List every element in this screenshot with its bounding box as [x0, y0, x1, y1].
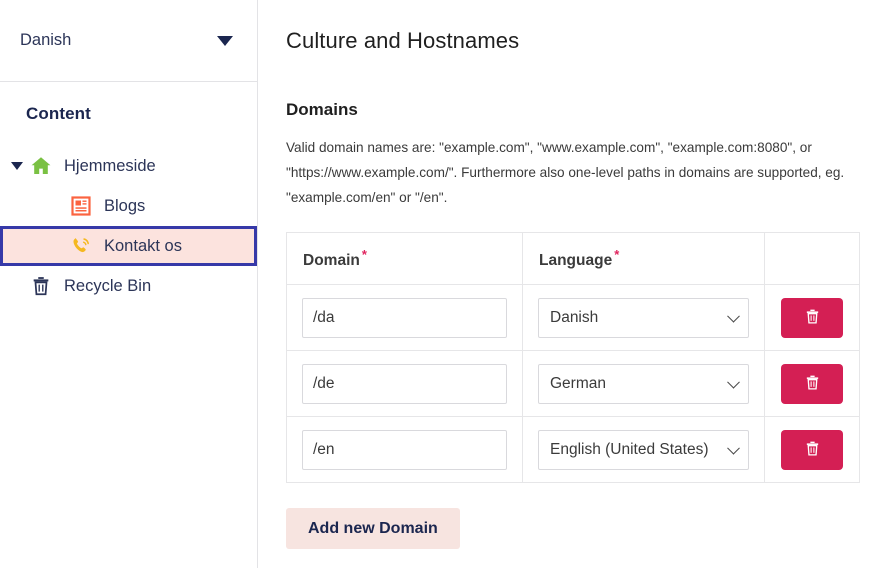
content-tree-title: Content: [26, 104, 91, 123]
domains-helptext: Valid domain names are: "example.com", "…: [286, 140, 845, 205]
article-icon: [68, 193, 94, 219]
sidebar-item-label: Hjemmeside: [64, 156, 156, 175]
table-row: German: [286, 350, 860, 417]
home-icon: [28, 153, 54, 179]
required-marker: *: [614, 246, 620, 262]
app-root: Danish Content Hjemmeside Blogs Kontakt …: [0, 0, 888, 568]
column-header-domain: Domain *: [286, 232, 523, 285]
sidebar-item-label: Kontakt os: [104, 236, 182, 255]
language-switcher[interactable]: Danish: [0, 0, 257, 82]
required-marker: *: [361, 246, 367, 262]
chevron-down-icon[interactable]: [727, 441, 740, 455]
language-select-value: English (United States): [550, 440, 709, 458]
add-new-domain-button[interactable]: Add new Domain: [286, 508, 460, 549]
language-select[interactable]: German: [538, 363, 749, 404]
content-tree: Hjemmeside Blogs Kontakt os Recycle Bin: [0, 146, 257, 306]
sidebar: Danish Content Hjemmeside Blogs Kontakt …: [0, 0, 258, 568]
trash-icon: [804, 440, 821, 460]
sidebar-item-kontakt-os[interactable]: Kontakt os: [0, 226, 257, 266]
language-select[interactable]: English (United States): [538, 429, 749, 470]
cell-actions: [764, 284, 860, 351]
language-switcher-value: Danish: [20, 31, 72, 49]
content-tree-panel: Content Hjemmeside Blogs Kontakt os Recy…: [0, 82, 257, 306]
cell-language: German: [522, 350, 765, 417]
table-row: English (United States): [286, 416, 860, 483]
delete-domain-button[interactable]: [781, 363, 843, 404]
trash-icon: [804, 374, 821, 394]
trash-icon: [28, 273, 54, 299]
sidebar-item-blogs[interactable]: Blogs: [0, 186, 257, 226]
main-panel: Culture and Hostnames Domains Valid doma…: [258, 0, 888, 568]
column-header-language: Language *: [522, 232, 765, 285]
column-header-actions: [764, 232, 860, 285]
section-title: Domains: [286, 100, 358, 119]
domains-table: Domain * Language * /da Danish /de Germa…: [286, 232, 860, 483]
language-select-value: Danish: [550, 308, 599, 326]
domain-input[interactable]: [302, 363, 507, 404]
delete-domain-button[interactable]: [781, 429, 843, 470]
phone-icon: [68, 233, 94, 259]
cell-language: English (United States): [522, 416, 765, 483]
language-select[interactable]: Danish: [538, 297, 749, 338]
cell-domain: [286, 350, 523, 417]
page-title: Culture and Hostnames: [286, 28, 520, 53]
delete-domain-button[interactable]: [781, 297, 843, 338]
domain-input[interactable]: [302, 429, 507, 470]
language-select-value: German: [550, 374, 606, 392]
cell-actions: [764, 416, 860, 483]
chevron-down-icon[interactable]: [727, 309, 740, 323]
expand-triangle-icon[interactable]: [8, 162, 26, 170]
cell-domain: [286, 284, 523, 351]
domain-input[interactable]: [302, 297, 507, 338]
column-header-domain-label: Domain: [303, 252, 360, 270]
sidebar-item-hjemmeside[interactable]: Hjemmeside: [0, 146, 257, 186]
sidebar-item-label: Recycle Bin: [64, 276, 152, 295]
table-row: Danish: [286, 284, 860, 351]
column-header-language-label: Language: [539, 252, 613, 270]
trash-icon: [804, 308, 821, 328]
chevron-down-icon[interactable]: [727, 375, 740, 389]
sidebar-item-recycle-bin[interactable]: Recycle Bin: [0, 266, 257, 306]
caret-down-icon[interactable]: [217, 35, 233, 46]
domains-section: Domains Valid domain names are: "example…: [258, 82, 888, 483]
table-header-row: Domain * Language *: [286, 232, 860, 285]
cell-domain: [286, 416, 523, 483]
main-header: Culture and Hostnames: [258, 0, 888, 82]
cell-language: Danish: [522, 284, 765, 351]
sidebar-item-label: Blogs: [104, 196, 146, 215]
cell-actions: [764, 350, 860, 417]
